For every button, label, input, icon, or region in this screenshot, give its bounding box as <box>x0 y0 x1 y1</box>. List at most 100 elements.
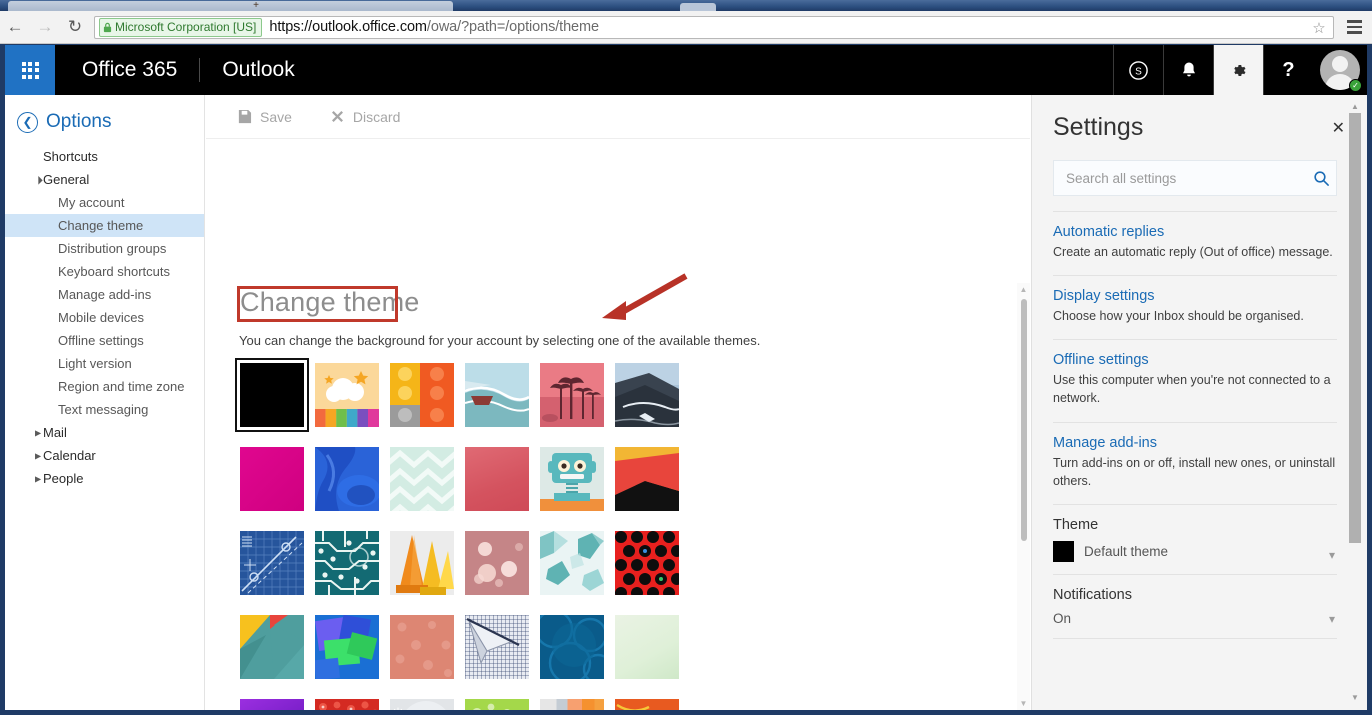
address-bar[interactable]: Microsoft Corporation [US] https://outlo… <box>94 15 1334 39</box>
sidebar-item-text-messaging[interactable]: Text messaging <box>5 398 204 421</box>
settings-item-link[interactable]: Automatic replies <box>1053 224 1337 240</box>
back-arrow-icon[interactable]: ← <box>0 12 30 42</box>
url-text: https://outlook.office.com/owa/?path=/op… <box>269 19 599 35</box>
theme-tile-purple-smoke[interactable] <box>240 699 304 710</box>
theme-tile-paper-plane[interactable] <box>465 615 529 679</box>
reload-icon[interactable]: ↻ <box>60 12 90 42</box>
theme-tile-color-pinwheel[interactable] <box>240 615 304 679</box>
close-icon[interactable]: ✕ <box>1332 113 1345 137</box>
settings-scrollbar[interactable]: ▲ ▼ <box>1348 95 1362 710</box>
forward-arrow-icon[interactable]: → <box>30 12 60 42</box>
settings-scroll-up-arrow-icon[interactable]: ▲ <box>1348 100 1362 114</box>
app-name-outlook[interactable]: Outlook <box>200 45 316 95</box>
settings-item-manage-add-ins[interactable]: Manage add-ins Turn add-ins on or off, in… <box>1053 423 1337 504</box>
settings-notifications-dropdown[interactable]: Notifications On ▾ <box>1053 575 1337 638</box>
help-question-icon[interactable]: ? <box>1263 45 1313 95</box>
sidebar-item-region-and-time-zone[interactable]: Region and time zone <box>5 375 204 398</box>
lock-icon <box>103 22 112 32</box>
sidebar-item-label: Calendar <box>43 448 96 463</box>
browser-tab-strip[interactable]: + <box>0 0 1372 11</box>
theme-tile-blueprint[interactable] <box>240 531 304 595</box>
theme-tile-spring-green[interactable] <box>465 699 529 710</box>
user-avatar[interactable]: ✓ <box>1313 45 1367 95</box>
notifications-bell-icon[interactable] <box>1163 45 1213 95</box>
theme-tile-blue-circles[interactable] <box>540 615 604 679</box>
search-input[interactable] <box>1054 170 1306 186</box>
theme-tile-sailboat[interactable] <box>465 363 529 427</box>
browser-tab-active[interactable] <box>8 1 453 11</box>
sidebar-item-my-account[interactable]: My account <box>5 191 204 214</box>
bookmark-star-icon[interactable]: ☆ <box>1310 19 1328 37</box>
caret-collapsed-icon[interactable]: ▶ <box>35 474 41 483</box>
scroll-up-arrow-icon[interactable]: ▲ <box>1017 283 1030 296</box>
sidebar-item-light-version[interactable]: Light version <box>5 352 204 375</box>
settings-item-display-settings[interactable]: Display settings Choose how your Inbox sh… <box>1053 276 1337 339</box>
content-scrollbar-thumb[interactable] <box>1020 299 1027 541</box>
settings-item-link[interactable]: Display settings <box>1053 288 1337 304</box>
settings-theme-dropdown[interactable]: Theme Default theme ▾ <box>1053 505 1337 574</box>
new-tab-button[interactable]: + <box>250 1 262 11</box>
settings-item-automatic-replies[interactable]: Automatic replies Create an automatic rep… <box>1053 212 1337 275</box>
settings-gear-icon[interactable] <box>1213 45 1263 95</box>
scroll-down-arrow-icon[interactable]: ▼ <box>1017 697 1030 710</box>
chevron-down-icon[interactable]: ▾ <box>1329 612 1335 626</box>
browser-tab-other[interactable] <box>680 3 716 11</box>
theme-tile-mountain-road[interactable] <box>615 363 679 427</box>
theme-tile-blue-paint[interactable] <box>315 447 379 511</box>
theme-gallery-scroll-region[interactable] <box>206 357 1030 710</box>
settings-item-link[interactable]: Manage add-ins <box>1053 435 1337 451</box>
sidebar-item-distribution-groups[interactable]: Distribution groups <box>5 237 204 260</box>
theme-tile-magenta[interactable] <box>240 447 304 511</box>
sidebar-item-mobile-devices[interactable]: Mobile devices <box>5 306 204 329</box>
theme-tile-robot[interactable] <box>540 447 604 511</box>
theme-tile-circuit-board[interactable] <box>315 531 379 595</box>
theme-tile-salmon-dots[interactable] <box>390 615 454 679</box>
hamburger-menu-icon[interactable] <box>1340 13 1368 41</box>
sidebar-item-keyboard-shortcuts[interactable]: Keyboard shortcuts <box>5 260 204 283</box>
sidebar-item-people[interactable]: ▶ People <box>5 467 204 490</box>
sidebar-item-offline-settings[interactable]: Offline settings <box>5 329 204 352</box>
theme-tile-geometric-red[interactable] <box>615 447 679 511</box>
theme-tile-default-theme[interactable] <box>235 358 309 432</box>
chevron-down-icon[interactable]: ▾ <box>1329 548 1335 562</box>
theme-tile-mint-chevron[interactable] <box>390 447 454 511</box>
settings-scrollbar-thumb[interactable] <box>1349 113 1361 543</box>
theme-tile-building-blocks[interactable] <box>390 363 454 427</box>
sidebar-item-manage-add-ins[interactable]: Manage add-ins <box>5 283 204 306</box>
theme-color-swatch <box>1053 540 1074 562</box>
settings-scroll-down-arrow-icon[interactable]: ▼ <box>1348 691 1362 705</box>
options-back-link[interactable]: ❮ Options <box>5 95 204 145</box>
skype-icon[interactable]: S <box>1113 45 1163 95</box>
settings-search-box[interactable] <box>1053 160 1337 196</box>
sidebar-item-shortcuts[interactable]: Shortcuts <box>5 145 204 168</box>
theme-tile-paint-splatter[interactable] <box>615 699 679 710</box>
theme-tile-pale-green[interactable] <box>615 615 679 679</box>
caret-collapsed-icon[interactable]: ▶ <box>35 451 41 460</box>
theme-tile-teal-prisms[interactable] <box>540 531 604 595</box>
app-launcher-waffle-icon[interactable] <box>5 45 55 95</box>
caret-expanded-icon[interactable]: ◢ <box>33 174 44 185</box>
theme-tile-strawberry[interactable] <box>315 699 379 710</box>
theme-tile-snowflakes[interactable] <box>390 699 454 710</box>
theme-tile-stars-and-clouds[interactable] <box>315 363 379 427</box>
search-icon[interactable] <box>1306 170 1336 187</box>
sidebar-item-mail[interactable]: ▶ Mail <box>5 421 204 444</box>
sidebar-item-change-theme[interactable]: Change theme <box>5 214 204 237</box>
theme-tile-coral[interactable] <box>465 447 529 511</box>
settings-item-offline-settings[interactable]: Offline settings Use this computer when y… <box>1053 340 1337 421</box>
theme-thumbnail-art <box>615 531 679 595</box>
theme-tile-red-dots[interactable] <box>615 531 679 595</box>
theme-tile-paper-squares[interactable] <box>315 615 379 679</box>
discard-button[interactable]: Discard <box>330 109 400 125</box>
theme-tile-palm-trees[interactable] <box>540 363 604 427</box>
settings-item-link[interactable]: Offline settings <box>1053 352 1337 368</box>
theme-tile-orange-stripes[interactable] <box>540 699 604 710</box>
caret-collapsed-icon[interactable]: ▶ <box>35 428 41 437</box>
brand-office365[interactable]: Office 365 <box>55 45 199 95</box>
theme-tile-bokeh-lights[interactable] <box>465 531 529 595</box>
theme-tile-traffic-cones[interactable] <box>390 531 454 595</box>
save-button[interactable]: Save <box>237 109 292 125</box>
content-scrollbar[interactable]: ▲ ▼ <box>1017 283 1030 710</box>
sidebar-item-calendar[interactable]: ▶ Calendar <box>5 444 204 467</box>
sidebar-item-general[interactable]: ◢ General <box>5 168 204 191</box>
